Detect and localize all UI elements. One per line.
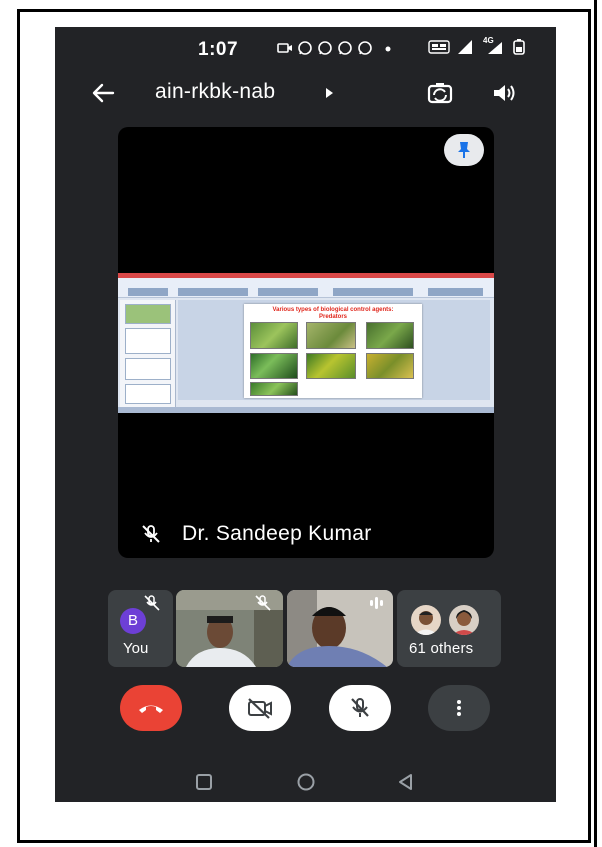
signal-icon-2 [488, 42, 502, 54]
more-options-button[interactable] [428, 685, 490, 731]
whatsapp-icon [358, 41, 372, 55]
volte-icon [428, 40, 450, 54]
camera-toggle-button[interactable] [229, 685, 291, 731]
switch-camera-icon[interactable] [425, 78, 455, 108]
predator-photo [250, 322, 298, 349]
mic-toggle-button[interactable] [329, 685, 391, 731]
predator-photo [366, 353, 414, 379]
shared-screen: Various types of biological control agen… [118, 273, 494, 413]
recent-apps-icon[interactable] [194, 772, 214, 792]
mic-off-icon [255, 595, 271, 611]
hang-up-icon [139, 705, 163, 713]
caret-right-icon[interactable] [323, 86, 335, 100]
camera-off-icon [248, 698, 272, 719]
mic-off-icon [142, 525, 160, 543]
self-label: You [123, 640, 149, 657]
pin-button[interactable] [444, 134, 484, 166]
slide-title-line2: Predators [318, 314, 347, 320]
mic-off-icon [144, 595, 160, 611]
slide-title: Various types of biological control agen… [244, 307, 422, 321]
others-tile[interactable]: 61 others [397, 590, 501, 667]
participant-avatar [411, 605, 441, 635]
system-icons: 4G [428, 36, 526, 55]
active-speaker-label: Dr. Sandeep Kumar [140, 522, 372, 546]
slide-title-line1: Various types of biological control agen… [272, 307, 394, 313]
whatsapp-icon [318, 41, 332, 55]
nav-back-icon[interactable] [396, 772, 416, 792]
participant-video-tile[interactable] [287, 590, 393, 667]
whatsapp-icon [298, 41, 312, 55]
participant-avatar [449, 605, 479, 635]
predator-photo [250, 353, 298, 379]
speaking-indicator-icon [370, 597, 383, 609]
end-call-button[interactable] [120, 685, 182, 731]
speaker-icon[interactable] [489, 78, 519, 108]
more-vert-icon [457, 700, 461, 716]
mobile-data-indicator: 4G [480, 36, 506, 55]
slide-editor: Various types of biological control agen… [178, 300, 490, 400]
app-statusbar [118, 407, 494, 413]
status-time: 1:07 [198, 39, 239, 60]
system-navigation-bar [55, 760, 556, 802]
battery-icon [513, 39, 525, 55]
home-icon[interactable] [296, 772, 316, 792]
pin-icon [458, 142, 470, 158]
self-tile[interactable]: B You [108, 590, 173, 667]
slide-thumbnails [120, 300, 176, 407]
current-slide: Various types of biological control agen… [244, 304, 422, 398]
ribbon-toolbar [118, 278, 494, 298]
predator-photo [306, 353, 356, 379]
video-notification-icon [277, 43, 292, 53]
meeting-code[interactable]: ain-rkbk-nab [155, 80, 275, 104]
avatar: B [120, 608, 146, 634]
predator-photo [306, 322, 356, 349]
whatsapp-icon [338, 41, 352, 55]
signal-icon [458, 40, 472, 54]
meeting-toolbar: ain-rkbk-nab [55, 75, 556, 119]
mic-off-icon [351, 698, 369, 717]
predator-photo [366, 322, 414, 349]
speaker-name: Dr. Sandeep Kumar [182, 522, 372, 545]
main-video-stage[interactable]: Various types of biological control agen… [118, 127, 494, 558]
phone-screen: 1:07 4G ain-rkbk-nab Various types of bi… [55, 27, 556, 802]
frame-edge [594, 0, 597, 847]
back-arrow-icon[interactable] [89, 79, 117, 107]
predator-photo [250, 382, 298, 396]
dot-icon [385, 46, 391, 52]
participant-video-tile[interactable] [176, 590, 283, 667]
notification-icons [277, 40, 393, 56]
others-count: 61 others [409, 640, 474, 657]
status-bar: 1:07 4G [55, 27, 556, 71]
call-controls [55, 685, 556, 735]
